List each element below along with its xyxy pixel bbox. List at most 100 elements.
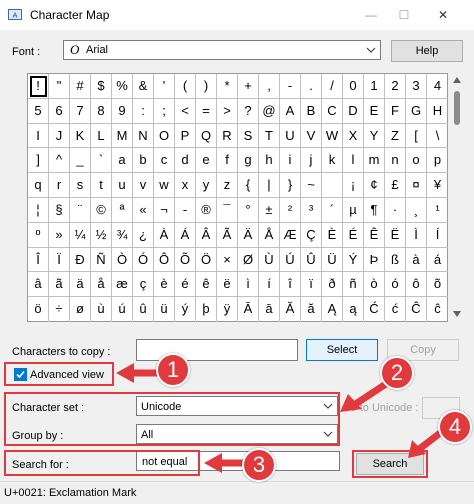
character-cell[interactable]: i [280,148,301,174]
character-cell[interactable]: o [406,148,427,174]
character-cell[interactable]: 2 [385,74,406,99]
character-cell[interactable]: Ó [133,247,154,273]
character-cell[interactable]: Ç [301,222,322,248]
character-cell[interactable]: & [133,74,154,99]
character-cell[interactable]: d [175,148,196,174]
character-cell[interactable]: Y [364,123,385,149]
character-cell[interactable]: s [70,173,91,198]
character-cell[interactable]: ÿ [217,297,238,322]
character-cell[interactable]: Ü [322,247,343,273]
character-cell[interactable]: ´ [322,197,343,223]
character-cell[interactable]: K [70,123,91,149]
character-cell[interactable]: . [301,74,322,99]
character-grid-scrollbar[interactable] [450,73,464,322]
character-cell[interactable]: ¥ [427,173,448,198]
character-cell[interactable]: = [196,98,217,124]
character-cell[interactable]: û [133,297,154,322]
character-cell[interactable]: ( [175,74,196,99]
character-cell[interactable]: Q [196,123,217,149]
character-cell[interactable]: Ă [280,297,301,322]
character-cell[interactable]: E [364,98,385,124]
character-cell[interactable]: V [301,123,322,149]
character-cell[interactable]: ô [406,272,427,298]
character-cell[interactable]: ć [385,297,406,322]
character-cell[interactable]: z [217,173,238,198]
character-cell[interactable] [322,173,343,198]
character-cell[interactable]: ì [238,272,259,298]
character-cell[interactable]: Ý [343,247,364,273]
character-cell[interactable]: Ø [238,247,259,273]
character-cell[interactable]: l [343,148,364,174]
character-cell[interactable]: ª [112,197,133,223]
character-cell[interactable]: Æ [280,222,301,248]
character-cell[interactable]: 5 [28,98,49,124]
character-cell[interactable]: ¦ [28,197,49,223]
character-cell[interactable]: , [259,74,280,99]
character-cell[interactable]: Ć [364,297,385,322]
close-button[interactable]: ✕ [428,4,458,26]
character-cell[interactable]: ² [280,197,301,223]
character-cell[interactable]: < [175,98,196,124]
character-cell[interactable]: @ [259,98,280,124]
character-cell[interactable]: å [91,272,112,298]
character-cell[interactable]: ® [196,197,217,223]
character-cell[interactable]: ! [28,74,49,99]
character-cell[interactable]: Ą [322,297,343,322]
character-cell[interactable]: º [28,222,49,248]
character-cell[interactable]: ¯ [217,197,238,223]
character-cell[interactable]: 0 [343,74,364,99]
character-cell[interactable]: q [28,173,49,198]
character-cell[interactable]: h [259,148,280,174]
character-cell[interactable]: ~ [301,173,322,198]
character-cell[interactable]: N [133,123,154,149]
character-cell[interactable]: A [280,98,301,124]
character-cell[interactable]: - [175,197,196,223]
character-cell[interactable]: T [259,123,280,149]
character-cell[interactable]: G [406,98,427,124]
character-cell[interactable]: Ã [217,222,238,248]
character-cell[interactable]: Â [196,222,217,248]
character-cell[interactable]: t [91,173,112,198]
character-cell[interactable]: % [112,74,133,99]
character-cell[interactable]: Ð [70,247,91,273]
character-cell[interactable]: õ [427,272,448,298]
character-cell[interactable]: ] [28,148,49,174]
character-cell[interactable]: Å [259,222,280,248]
character-cell[interactable]: c [154,148,175,174]
character-cell[interactable]: ) [196,74,217,99]
character-cell[interactable]: Ĉ [406,297,427,322]
character-cell[interactable]: ° [238,197,259,223]
character-cell[interactable]: ă [301,297,322,322]
character-cell[interactable]: M [112,123,133,149]
character-cell[interactable]: R [217,123,238,149]
character-cell[interactable]: e [196,148,217,174]
character-cell[interactable]: é [175,272,196,298]
character-cell[interactable]: Ï [49,247,70,273]
character-cell[interactable]: L [91,123,112,149]
character-cell[interactable]: C [322,98,343,124]
character-cell[interactable]: b [133,148,154,174]
character-cell[interactable]: O [154,123,175,149]
character-cell[interactable]: â [28,272,49,298]
scroll-up-icon[interactable] [453,77,461,83]
character-cell[interactable]: F [385,98,406,124]
character-cell[interactable]: / [322,74,343,99]
character-cell[interactable]: ä [70,272,91,298]
character-cell[interactable]: u [112,173,133,198]
character-cell[interactable]: ð [322,272,343,298]
character-cell[interactable]: ĉ [427,297,448,322]
character-cell[interactable]: { [238,173,259,198]
character-cell[interactable]: D [343,98,364,124]
character-cell[interactable]: í [259,272,280,298]
character-grid[interactable]: ! " # $% & '() * +, -./0 1 2 3 4 5 6 7 8 9:; < = >? @ A B C D E F G H… [27,73,448,322]
character-cell[interactable]: ó [385,272,406,298]
character-cell[interactable]: J [49,123,70,149]
character-cell[interactable]: _ [70,148,91,174]
character-cell[interactable]: ³ [301,197,322,223]
character-cell[interactable]: À [154,222,175,248]
scrollbar-thumb[interactable] [454,91,460,125]
character-cell[interactable]: ¹ [427,198,448,223]
character-cell[interactable]: Õ [175,247,196,273]
character-cell[interactable]: Ê [364,222,385,248]
character-cell[interactable]: B [301,98,322,124]
